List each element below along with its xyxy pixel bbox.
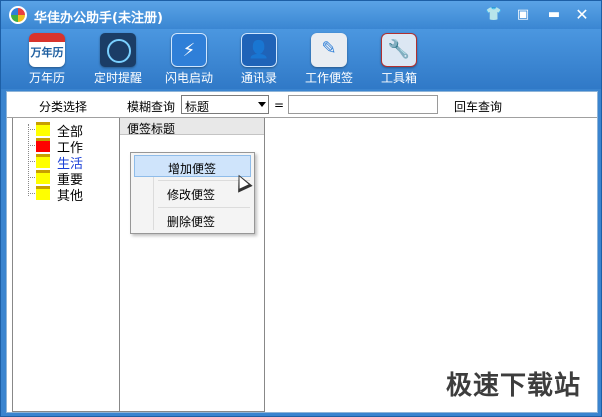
app-window: 华佳办公助手(未注册) 👕 ▣ ▬ ✕ 万年历 万年历 定时提醒 ⚡ 闪电启动 …: [0, 0, 602, 417]
chevron-down-icon: [258, 102, 266, 107]
note-color-icon: [36, 138, 50, 152]
edit-note-menu-item[interactable]: 修改便签: [134, 182, 251, 204]
contacts-tool-label: 通讯录: [240, 71, 277, 85]
note-color-icon: [36, 122, 50, 136]
address-book-icon: 👤: [241, 33, 277, 67]
calendar-icon: 万年历: [29, 33, 65, 67]
menu-button[interactable]: ▣: [512, 6, 534, 24]
watermark: 极速下载站: [445, 371, 581, 401]
context-menu: 增加便签 修改便签 删除便签: [130, 152, 255, 234]
menu-separator: [158, 207, 250, 208]
calendar-tool-button[interactable]: 万年历 万年历: [15, 33, 79, 87]
clock-icon: [100, 33, 136, 67]
quick-launch-tool-button[interactable]: ⚡ 闪电启动: [157, 33, 221, 87]
window-title: 华佳办公助手(未注册): [34, 11, 163, 26]
close-button[interactable]: ✕: [571, 6, 593, 24]
main-toolbar: 万年历 万年历 定时提醒 ⚡ 闪电启动 👤 通讯录 ✎ 工作便签 🔧 工具箱: [1, 29, 601, 89]
skin-button[interactable]: 👕: [483, 6, 505, 24]
fuzzy-search-label: 模糊查询: [127, 100, 176, 114]
equals-label: =: [274, 98, 285, 112]
search-field-value: 标题: [185, 100, 210, 114]
note-color-icon: [36, 186, 50, 200]
notes-tool-button[interactable]: ✎ 工作便签: [297, 33, 361, 87]
reminder-tool-label: 定时提醒: [93, 71, 142, 85]
notes-tool-label: 工作便签: [304, 71, 353, 85]
notepad-icon: ✎: [311, 33, 347, 67]
lightning-icon: ⚡: [171, 33, 207, 67]
category-tree: 全部 工作 生活 重要 其他: [12, 118, 120, 412]
note-color-icon: [36, 154, 50, 168]
add-note-menu-item[interactable]: 增加便签: [134, 155, 251, 177]
calendar-tool-label: 万年历: [28, 71, 65, 85]
note-color-icon: [36, 170, 50, 184]
toolbox-icon: 🔧: [381, 33, 417, 67]
enter-query-label: 回车查询: [454, 100, 503, 114]
category-header: 分类选择: [39, 100, 88, 114]
toolbox-tool-button[interactable]: 🔧 工具箱: [367, 33, 431, 87]
contacts-tool-button[interactable]: 👤 通讯录: [227, 33, 291, 87]
search-input[interactable]: [288, 95, 438, 114]
delete-note-menu-item[interactable]: 删除便签: [134, 209, 251, 231]
minimize-button[interactable]: ▬: [543, 6, 565, 24]
notes-column-header[interactable]: 便签标题: [120, 118, 264, 136]
title-bar[interactable]: 华佳办公助手(未注册) 👕 ▣ ▬ ✕: [1, 1, 601, 29]
app-logo-icon: [9, 6, 27, 24]
search-field-select[interactable]: 标题: [181, 95, 269, 114]
reminder-tool-button[interactable]: 定时提醒: [86, 33, 150, 87]
filter-bar: 分类选择 模糊查询 标题 = 回车查询: [7, 92, 597, 118]
tree-connector: [28, 124, 31, 196]
quick-launch-tool-label: 闪电启动: [164, 71, 213, 85]
toolbox-tool-label: 工具箱: [380, 71, 417, 85]
